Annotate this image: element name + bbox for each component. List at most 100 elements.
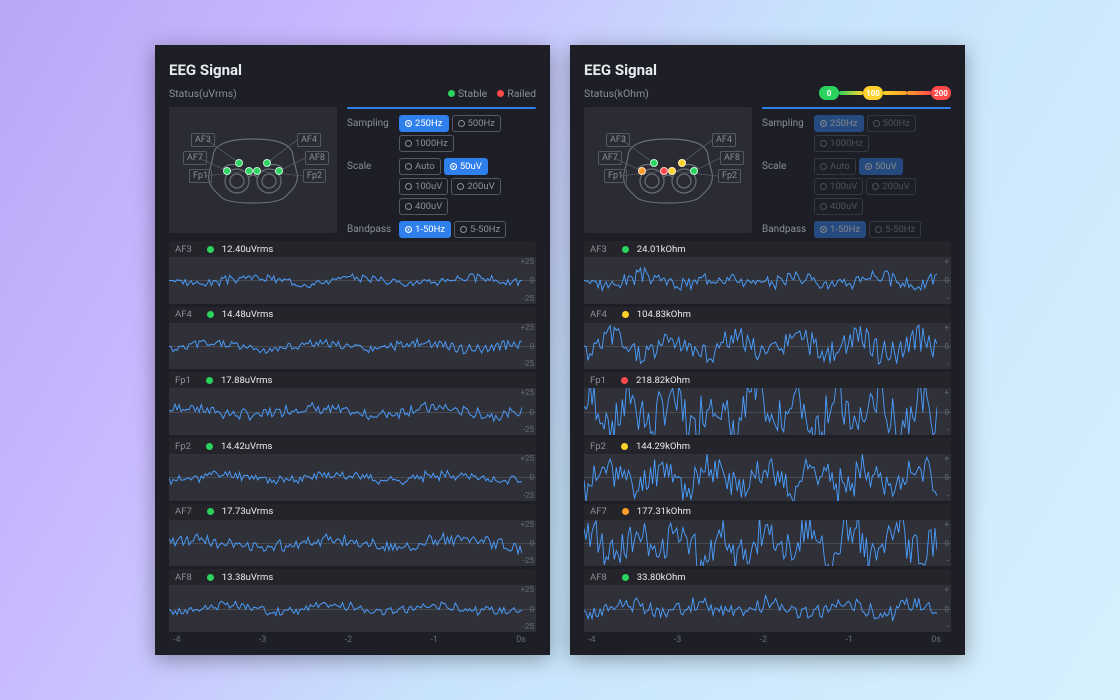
- sensor-AF8: [690, 167, 698, 175]
- legend-gradient: 0 100 200: [819, 86, 951, 100]
- channel-value: 104.83kOhm: [637, 309, 691, 320]
- sensor-AF3: [235, 159, 243, 167]
- channel-name: AF4: [175, 309, 192, 320]
- channel-status-dot: [622, 508, 629, 515]
- status-label: Status(kOhm): [584, 87, 649, 100]
- sensor-AF8: [275, 167, 283, 175]
- channel-value: 17.88uVrms: [221, 375, 272, 386]
- channel-AF4: AF4 104.83kOhm + 0 -: [584, 307, 951, 370]
- legend-dot-Stable: [448, 90, 455, 97]
- head-label-AF7: AF7: [598, 151, 622, 165]
- signal-tabs: Raw SignalImpedance: [762, 107, 951, 109]
- option-scale-50uV[interactable]: 50uV: [444, 158, 488, 175]
- channel-AF3: AF3 24.01kOhm + 0 -: [584, 241, 951, 304]
- head-diagram: AF3AF4AF7AF8Fp1Fp2: [584, 107, 752, 233]
- option-scale-200uV[interactable]: 200uV: [451, 178, 500, 195]
- channel-name: AF8: [175, 572, 192, 583]
- option-scale-400uV: 400uV: [814, 198, 863, 215]
- channel-name: Fp1: [175, 375, 191, 386]
- charts-region: AF3 24.01kOhm + 0 - AF4 104.83kOhm + 0 -: [584, 241, 951, 632]
- legend-pill: 100: [863, 86, 883, 100]
- sensor-AF7: [223, 167, 231, 175]
- option-scale-100uV[interactable]: 100uV: [399, 178, 448, 195]
- channel-Fp1: Fp1 17.88uVrms +25 0 -25: [169, 372, 536, 435]
- channel-name: AF3: [590, 244, 607, 255]
- channel-name: AF8: [590, 572, 607, 583]
- channel-value: 14.48uVrms: [222, 309, 273, 320]
- control-label-sampling: Sampling: [762, 115, 808, 129]
- channel-value: 17.73uVrms: [222, 506, 273, 517]
- head-diagram: AF3AF4AF7AF8Fp1Fp2: [169, 107, 337, 233]
- control-label-scale: Scale: [347, 158, 393, 172]
- head-label-AF3: AF3: [606, 133, 630, 147]
- channel-status-dot: [206, 377, 213, 384]
- channel-status-dot: [621, 443, 628, 450]
- option-scale-Auto[interactable]: Auto: [399, 158, 441, 175]
- channel-value: 218.82kOhm: [636, 375, 690, 386]
- option-bandpass-5-50Hz[interactable]: 5-50Hz: [454, 221, 506, 238]
- control-label-bandpass: Bandpass: [347, 221, 393, 235]
- sensor-Fp1: [245, 167, 253, 175]
- channel-name: AF4: [590, 309, 607, 320]
- channel-status-dot: [622, 246, 629, 253]
- sensor-AF7: [638, 167, 646, 175]
- option-bandpass-1-50Hz[interactable]: 1-50Hz: [399, 221, 451, 238]
- legend-dot-Railed: [497, 90, 504, 97]
- channel-AF4: AF4 14.48uVrms +25 0 -25: [169, 307, 536, 370]
- option-scale-400uV[interactable]: 400uV: [399, 198, 448, 215]
- option-scale-Auto: Auto: [814, 158, 856, 175]
- head-label-AF7: AF7: [183, 151, 207, 165]
- control-row-scale: Scale Auto50uV 100uV200uV400uV: [347, 158, 536, 215]
- option-sampling-500Hz[interactable]: 500Hz: [452, 115, 502, 132]
- channel-value: 14.42uVrms: [221, 441, 272, 452]
- head-label-Fp2: Fp2: [303, 169, 326, 183]
- channel-name: Fp1: [590, 375, 606, 386]
- control-label-sampling: Sampling: [347, 115, 393, 129]
- channel-name: AF7: [175, 506, 192, 517]
- option-bandpass-5-50Hz: 5-50Hz: [869, 221, 921, 238]
- option-scale-100uV: 100uV: [814, 178, 863, 195]
- option-scale-50uV: 50uV: [859, 158, 903, 175]
- channel-AF7: AF7 17.73uVrms +25 0 -25: [169, 504, 536, 567]
- option-sampling-250Hz: 250Hz: [814, 115, 864, 132]
- channel-status-dot: [207, 311, 214, 318]
- channel-status-dot: [622, 574, 629, 581]
- sensor-Fp2: [253, 167, 261, 175]
- channel-name: AF3: [175, 244, 192, 255]
- channel-name: Fp2: [175, 441, 191, 452]
- panel-raw: EEG Signal Status(uVrms) StableRailed AF…: [155, 45, 550, 655]
- channel-status-dot: [206, 443, 213, 450]
- channel-value: 24.01kOhm: [637, 244, 686, 255]
- channel-status-dot: [207, 508, 214, 515]
- sensor-Fp1: [660, 167, 668, 175]
- head-label-AF3: AF3: [191, 133, 215, 147]
- sensor-Fp2: [668, 167, 676, 175]
- panel-title: EEG Signal: [584, 61, 951, 79]
- legend-label: Railed: [507, 87, 536, 100]
- channel-AF3: AF3 12.40uVrms +25 0 -25: [169, 241, 536, 304]
- head-label-Fp1: Fp1: [604, 169, 627, 183]
- channel-AF8: AF8 33.80kOhm + 0 -: [584, 569, 951, 632]
- head-label-AF8: AF8: [720, 151, 744, 165]
- control-label-bandpass: Bandpass: [762, 221, 808, 235]
- sensor-AF3: [650, 159, 658, 167]
- channel-value: 33.80kOhm: [637, 572, 686, 583]
- control-row-sampling: Sampling 250Hz500Hz1000Hz: [762, 115, 951, 152]
- sensor-AF4: [678, 159, 686, 167]
- legend-pill: 0: [819, 86, 839, 100]
- head-label-AF8: AF8: [305, 151, 329, 165]
- channel-AF7: AF7 177.31kOhm + 0 -: [584, 504, 951, 567]
- option-sampling-1000Hz: 1000Hz: [814, 135, 869, 152]
- status-label: Status(uVrms): [169, 87, 237, 100]
- channel-Fp2: Fp2 14.42uVrms +25 0 -25: [169, 438, 536, 501]
- panel-imp: EEG Signal Status(kOhm) 0100200 AF3AF4AF…: [570, 45, 965, 655]
- channel-status-dot: [622, 311, 629, 318]
- option-sampling-1000Hz[interactable]: 1000Hz: [399, 135, 454, 152]
- legend-pill: 200: [931, 86, 951, 100]
- head-label-Fp1: Fp1: [189, 169, 212, 183]
- channel-name: Fp2: [590, 441, 606, 452]
- option-scale-200uV: 200uV: [866, 178, 915, 195]
- option-sampling-250Hz[interactable]: 250Hz: [399, 115, 449, 132]
- signal-tabs: Raw SignalImpedance: [347, 107, 536, 109]
- channel-value: 177.31kOhm: [637, 506, 691, 517]
